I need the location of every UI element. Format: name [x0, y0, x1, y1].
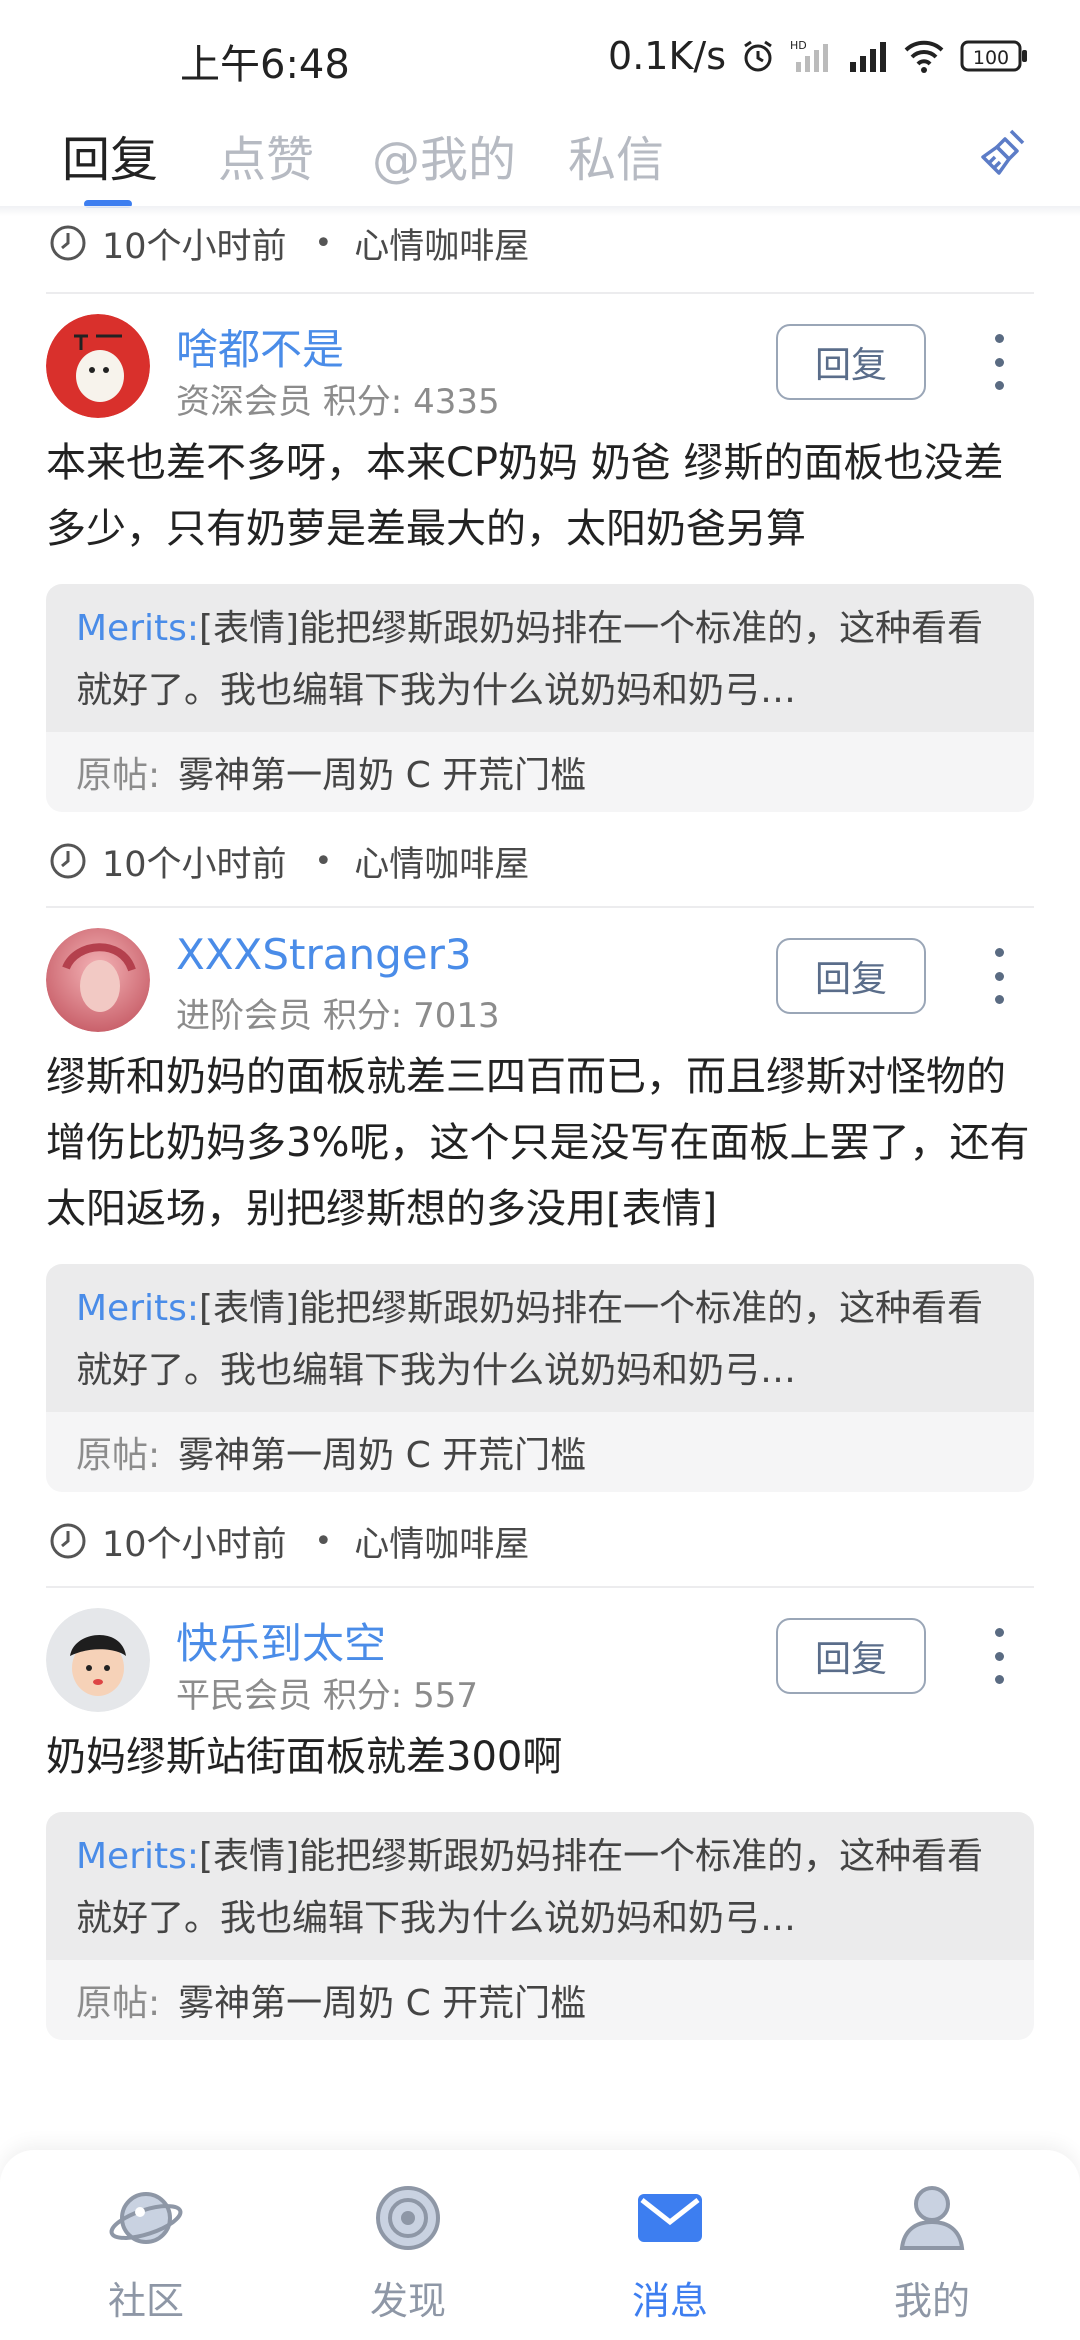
quoted-text: [表情]能把缪斯跟奶妈排在一个标准的，这种看看就好了。我也编辑下我为什么说奶妈和…: [76, 1836, 984, 1939]
nav-community[interactable]: 社区: [66, 2178, 226, 2325]
tab-reply[interactable]: 回复: [62, 120, 158, 190]
reply-meta: 10个小时前 • 心情咖啡屋: [0, 214, 1080, 272]
clock-icon: [50, 1523, 86, 1559]
wifi-icon: [902, 38, 946, 74]
status-bar: 上午6:48 0.1K/s HD 100: [0, 0, 1080, 110]
original-post[interactable]: 原帖: 雾神第一周奶 C 开荒门槛: [46, 1412, 1034, 1492]
status-time: 上午6:48: [180, 42, 350, 88]
original-post-title: 雾神第一周奶 C 开荒门槛: [178, 755, 587, 796]
separator-dot: •: [314, 843, 333, 879]
user-points: 积分: 4335: [322, 382, 500, 422]
more-options-icon[interactable]: [984, 330, 1014, 394]
original-post-label: 原帖:: [76, 1983, 161, 2024]
planet-icon: [109, 2192, 183, 2244]
nav-label: 我的: [893, 2279, 970, 2323]
battery-icon: 100: [960, 38, 1030, 74]
quoted-comment[interactable]: Merits:[表情]能把缪斯跟奶妈排在一个标准的，这种看看就好了。我也编辑下我…: [46, 1264, 1034, 1492]
more-options-icon[interactable]: [984, 944, 1014, 1008]
reply-item[interactable]: XXXStranger3 进阶会员 积分: 7013 回复 缪斯和奶妈的面板就差…: [0, 908, 1080, 1570]
svg-text:HD: HD: [790, 39, 807, 52]
quoted-user[interactable]: Merits:: [76, 1288, 199, 1329]
avatar[interactable]: [46, 928, 150, 1032]
bottom-nav: 社区 发现 消息 我的: [0, 2150, 1080, 2340]
reply-meta: 10个小时前 • 心情咖啡屋: [46, 1512, 1034, 1570]
nav-messages[interactable]: 消息: [590, 2178, 750, 2325]
username[interactable]: XXXStranger3: [176, 930, 472, 979]
quoted-user[interactable]: Merits:: [76, 608, 199, 649]
avatar[interactable]: [46, 1608, 150, 1712]
reply-time: 10个小时前: [102, 226, 287, 267]
original-post[interactable]: 原帖: 雾神第一周奶 C 开荒门槛: [46, 1960, 1034, 2040]
user-points: 积分: 557: [322, 1676, 478, 1716]
user-level: 平民会员: [176, 1676, 312, 1716]
message-icon: [638, 2194, 702, 2242]
user-level: 资深会员: [176, 382, 312, 422]
quoted-comment[interactable]: Merits:[表情]能把缪斯跟奶妈排在一个标准的，这种看看就好了。我也编辑下我…: [46, 1812, 1034, 2040]
reply-item[interactable]: 啥都不是 资深会员 积分: 4335 回复 本来也差不多呀，本来CP奶妈 奶爸 …: [0, 294, 1080, 890]
reply-time: 10个小时前: [102, 1524, 287, 1565]
nav-label: 发现: [369, 2279, 446, 2323]
clock-icon: [50, 843, 86, 879]
alarm-icon: [740, 38, 776, 74]
separator-dot: •: [314, 225, 333, 261]
profile-icon: [899, 2186, 965, 2250]
reply-meta: 10个小时前 • 心情咖啡屋: [46, 832, 1034, 890]
clear-broom-icon[interactable]: [968, 118, 1038, 188]
user-level: 进阶会员: [176, 996, 312, 1036]
tab-mentions[interactable]: @我的: [372, 120, 516, 190]
username[interactable]: 快乐到太空: [176, 1610, 386, 1671]
more-options-icon[interactable]: [984, 1624, 1014, 1688]
clock-icon: [50, 225, 86, 261]
reply-content: 奶妈缪斯站街面板就差300啊: [46, 1734, 563, 1780]
username[interactable]: 啥都不是: [176, 316, 344, 377]
user-points: 积分: 7013: [322, 996, 500, 1036]
reply-feed: 10个小时前 • 心情咖啡屋 啥都不是 资深会员 积分: 4335 回复 本来也…: [0, 214, 1080, 2040]
reply-time: 10个小时前: [102, 844, 287, 885]
quoted-user[interactable]: Merits:: [76, 1836, 199, 1877]
hd-signal-icon: HD: [790, 38, 834, 74]
forum-name[interactable]: 心情咖啡屋: [354, 836, 529, 887]
forum-name[interactable]: 心情咖啡屋: [354, 1516, 529, 1567]
original-post-title: 雾神第一周奶 C 开荒门槛: [178, 1983, 587, 2024]
tab-likes[interactable]: 点赞: [218, 120, 314, 190]
battery-level: 100: [973, 47, 1009, 69]
avatar[interactable]: [46, 314, 150, 418]
discover-icon: [376, 2186, 440, 2250]
network-speed: 0.1K/s: [608, 34, 726, 78]
message-tabs: 回复 点赞 @我的 私信: [0, 110, 1080, 214]
nav-profile[interactable]: 我的: [852, 2178, 1012, 2325]
status-icons: 0.1K/s HD 100: [608, 34, 1030, 78]
signal-icon: [848, 38, 888, 74]
quoted-comment[interactable]: Merits:[表情]能把缪斯跟奶妈排在一个标准的，这种看看就好了。我也编辑下我…: [46, 584, 1034, 812]
reply-button[interactable]: 回复: [776, 324, 926, 400]
reply-button[interactable]: 回复: [776, 1618, 926, 1694]
user-level-points: 资深会员 积分: 4335: [176, 374, 500, 423]
separator-dot: •: [314, 1523, 333, 1559]
reply-button[interactable]: 回复: [776, 938, 926, 1014]
reply-content: 本来也差不多呀，本来CP奶妈 奶爸 缪斯的面板也没差多少，只有奶萝是差最大的，太…: [46, 440, 1004, 552]
user-level-points: 平民会员 积分: 557: [176, 1668, 478, 1717]
original-post-label: 原帖:: [76, 1435, 161, 1476]
original-post-label: 原帖:: [76, 755, 161, 796]
nav-label: 消息: [631, 2279, 708, 2323]
nav-discover[interactable]: 发现: [328, 2178, 488, 2325]
original-post[interactable]: 原帖: 雾神第一周奶 C 开荒门槛: [46, 732, 1034, 812]
reply-content: 缪斯和奶妈的面板就差三四百而已，而且缪斯对怪物的增伤比奶妈多3%呢，这个只是没写…: [46, 1054, 1030, 1232]
quoted-text: [表情]能把缪斯跟奶妈排在一个标准的，这种看看就好了。我也编辑下我为什么说奶妈和…: [76, 608, 984, 711]
quoted-text: [表情]能把缪斯跟奶妈排在一个标准的，这种看看就好了。我也编辑下我为什么说奶妈和…: [76, 1288, 984, 1391]
forum-name[interactable]: 心情咖啡屋: [354, 218, 529, 269]
user-level-points: 进阶会员 积分: 7013: [176, 988, 500, 1037]
nav-label: 社区: [107, 2279, 184, 2323]
reply-item[interactable]: 快乐到太空 平民会员 积分: 557 回复 奶妈缪斯站街面板就差300啊 Mer…: [0, 1588, 1080, 2040]
original-post-title: 雾神第一周奶 C 开荒门槛: [178, 1435, 587, 1476]
tab-private-messages[interactable]: 私信: [568, 120, 664, 190]
